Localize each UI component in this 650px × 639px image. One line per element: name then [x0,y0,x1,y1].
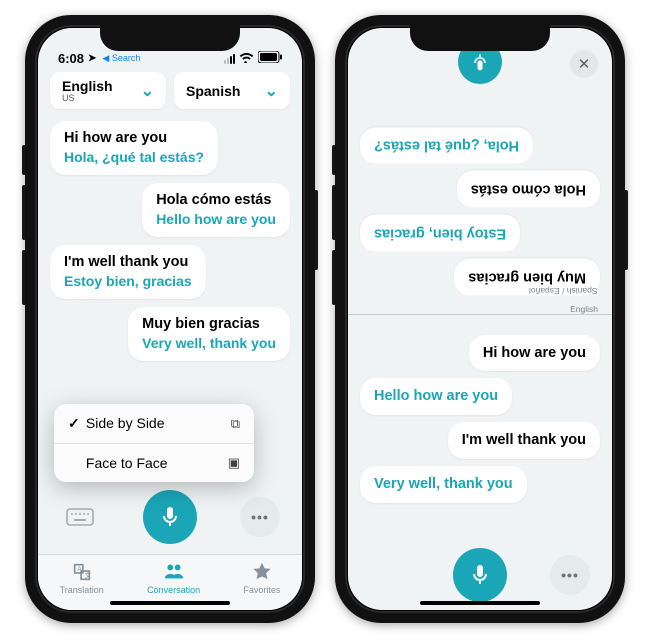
source-text: I'm well thank you [64,253,192,272]
input-row: ••• [38,480,302,554]
home-indicator[interactable] [420,601,540,605]
tab-favorites[interactable]: Favorites [243,561,280,595]
mode-glyph-icon: ⧉ [231,416,240,432]
message-bubble[interactable]: Hola cómo estás [457,171,600,208]
message-bubble[interactable]: I'm well thank youEstoy bien, gracias [50,245,206,299]
notch [410,25,550,51]
split-divider [348,314,612,315]
back-to-search[interactable]: ◀ Search [102,53,140,64]
phone-right: ✕ Muy bien gracias Estoy bien, gracias Hol… [335,15,625,623]
microphone-button[interactable] [453,548,507,602]
tab-label: Translation [60,585,104,595]
microphone-button[interactable] [143,490,197,544]
translation-text: Hola, ¿qué tal estás? [64,148,204,166]
bubble-text: I'm well thank you [462,431,586,450]
view-mode-option[interactable]: ✓ Side by Side⧉ [54,404,254,444]
message-bubble[interactable]: I'm well thank you [448,422,600,459]
notch [100,25,240,51]
chevron-down-icon: ⌄ [265,81,278,101]
status-time: 6:08 [58,51,84,66]
source-text: Hola cómo estás [156,191,276,210]
cellular-icon [224,54,235,64]
close-icon: ✕ [578,55,591,73]
bottom-controls: ••• [348,540,612,610]
chevron-down-icon: ⌄ [141,81,154,101]
bubble-text: Estoy bien, gracias [374,224,506,243]
svg-text:A: A [77,566,82,573]
view-mode-menu: ✓ Side by Side⧉ Face to Face▣ [54,404,254,482]
tab-label: Conversation [147,585,200,595]
message-bubble[interactable]: Hi how are you [469,335,600,372]
keyboard-icon[interactable] [60,501,100,533]
more-button[interactable]: ••• [240,497,280,537]
translation-text: Hello how are you [156,210,276,228]
bubble-text: Very well, thank you [374,475,513,494]
remote-half[interactable]: Muy bien gracias Estoy bien, gracias Hola … [348,90,612,300]
source-text: Muy bien gracias [142,315,276,334]
tab-conversation[interactable]: Conversation [147,561,200,595]
message-bubble[interactable]: Hola, ¿qué tal estás? [360,127,533,164]
message-bubble[interactable]: Estoy bien, gracias [360,215,520,252]
bottom-language-label: English [570,304,598,314]
location-icon: ➤ [88,53,96,64]
more-button[interactable]: ••• [550,555,590,595]
face-to-face-split: Muy bien gracias Estoy bien, gracias Hola … [348,90,612,540]
close-button[interactable]: ✕ [570,50,598,78]
mode-glyph-icon: ▣ [228,455,240,471]
message-bubble[interactable]: Hello how are you [360,378,512,415]
source-text: Hi how are you [64,129,204,148]
bubble-text: Hello how are you [374,387,498,406]
local-half[interactable]: Hi how are you Hello how are you I'm well … [348,331,612,541]
bubble-text: Hola cómo estás [471,180,586,199]
battery-icon [258,51,282,66]
language-picker-target[interactable]: Spanish ⌄ [174,72,290,109]
wifi-icon [239,52,254,66]
tab-translation[interactable]: A文 Translation [60,561,104,595]
message-bubble[interactable]: Muy bien graciasVery well, thank you [128,307,290,361]
message-bubble[interactable]: Hi how are youHola, ¿qué tal estás? [50,121,218,175]
phone-left: 6:08 ➤ ◀ Search [25,15,315,623]
svg-text:文: 文 [84,571,91,580]
view-mode-option[interactable]: Face to Face▣ [54,444,254,482]
top-language-label: Spanish / Español [529,286,598,296]
check-icon: ✓ [68,415,82,432]
translation-text: Estoy bien, gracias [64,272,192,290]
bubble-text: Muy bien gracias [468,268,586,287]
message-bubble[interactable]: Hola cómo estásHello how are you [142,183,290,237]
language-row: EnglishUS ⌄ Spanish ⌄ [38,68,302,117]
bubble-text: Hola, ¿qué tal estás? [374,136,519,155]
bubble-text: Hi how are you [483,344,586,363]
tab-label: Favorites [243,585,280,595]
home-indicator[interactable] [110,601,230,605]
message-bubble[interactable]: Very well, thank you [360,466,527,503]
language-picker-source[interactable]: EnglishUS ⌄ [50,72,166,109]
translation-text: Very well, thank you [142,334,276,352]
